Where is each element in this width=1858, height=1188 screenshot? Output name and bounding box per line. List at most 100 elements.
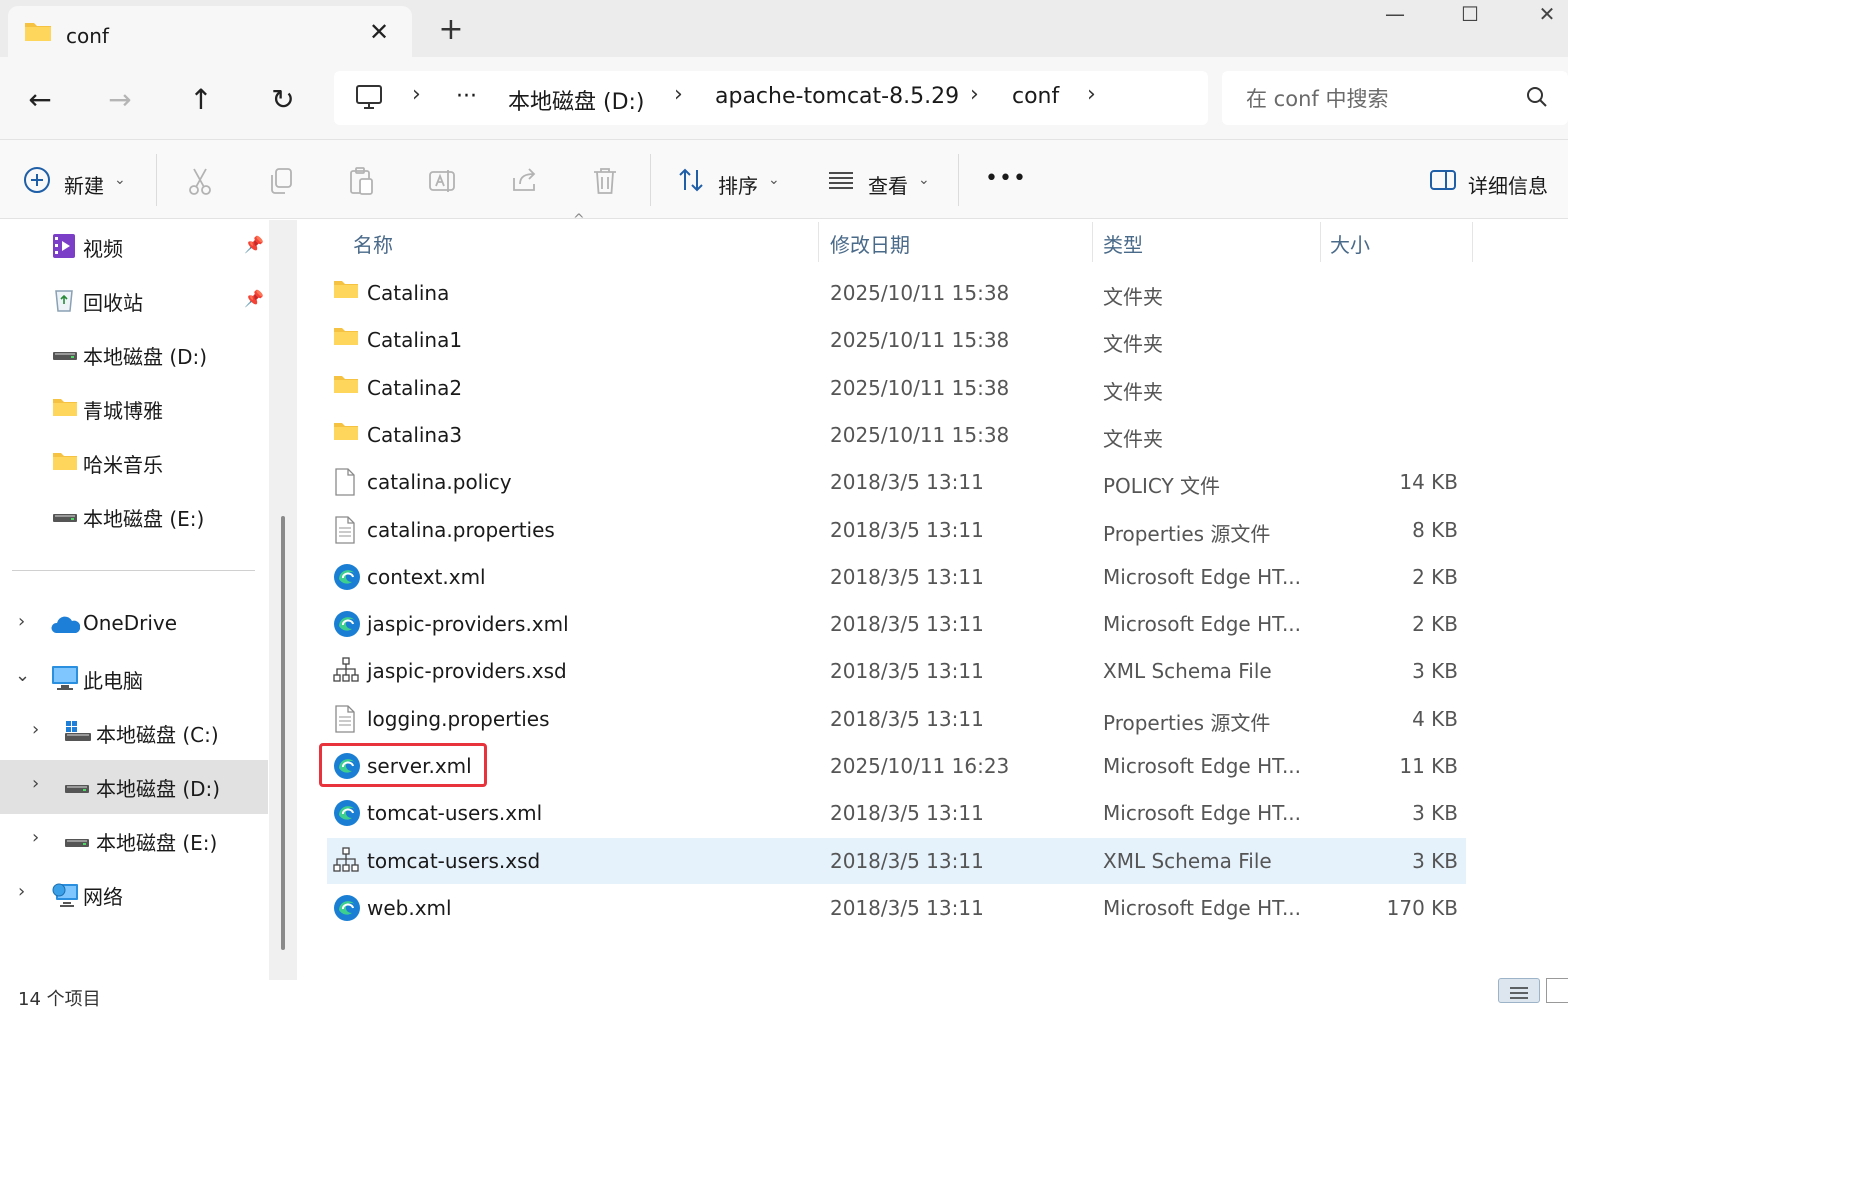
file-date: 2018/3/5 13:11: [830, 849, 984, 873]
chevron-right-icon[interactable]: ›: [32, 827, 39, 848]
column-divider[interactable]: [818, 222, 819, 262]
breadcrumb-conf[interactable]: conf: [1012, 84, 1059, 109]
cut-icon[interactable]: [186, 166, 214, 200]
close-tab-icon[interactable]: ✕: [363, 16, 395, 48]
chevron-down-icon[interactable]: ⌄: [15, 665, 30, 686]
sort-button[interactable]: 排序: [718, 170, 758, 199]
chevron-down-icon[interactable]: ⌄: [768, 172, 780, 188]
chevron-down-icon[interactable]: ⌄: [114, 172, 126, 188]
breadcrumb-drive-d[interactable]: 本地磁盘 (D:): [508, 84, 645, 116]
tab-conf[interactable]: conf ✕: [8, 6, 412, 57]
details-pane-button[interactable]: 详细信息: [1468, 170, 1548, 199]
new-plus-icon[interactable]: [23, 166, 51, 198]
chevron-down-icon[interactable]: ⌄: [918, 172, 930, 188]
sidebar-item-drive-c[interactable]: › 本地磁盘 (C:): [0, 706, 268, 758]
back-button[interactable]: ←: [20, 80, 60, 120]
sidebar-item-label: 青城博雅: [83, 399, 163, 423]
sidebar-item-drive-d[interactable]: 本地磁盘 (D:): [0, 328, 268, 380]
column-header-name[interactable]: 名称: [353, 229, 393, 258]
sidebar-item-drive-d-tree[interactable]: › 本地磁盘 (D:): [0, 760, 268, 812]
file-row[interactable]: catalina.properties 2018/3/5 13:11 Propert…: [327, 507, 1466, 553]
file-row[interactable]: jaspic-providers.xml 2018/3/5 13:11 Micros…: [327, 601, 1466, 647]
chevron-right-icon[interactable]: ›: [18, 611, 25, 632]
sidebar-item-videos[interactable]: 视频 📌: [0, 220, 268, 272]
file-row[interactable]: catalina.policy 2018/3/5 13:11 POLICY 文件 14…: [327, 459, 1466, 505]
pin-icon[interactable]: 📌: [244, 235, 264, 254]
copy-icon[interactable]: [267, 166, 295, 200]
close-window-button[interactable]: ✕: [1512, 0, 1582, 32]
view-list-icon[interactable]: [827, 166, 855, 198]
rename-icon[interactable]: [428, 166, 458, 200]
sidebar-scrollbar-thumb[interactable]: [281, 516, 285, 950]
minimize-button[interactable]: —: [1360, 0, 1430, 32]
column-header-size[interactable]: 大小: [1330, 229, 1370, 258]
file-type: XML Schema File: [1103, 659, 1272, 683]
sidebar-item-drive-e[interactable]: 本地磁盘 (E:): [0, 490, 268, 542]
new-tab-button[interactable]: +: [434, 14, 468, 48]
file-row[interactable]: web.xml 2018/3/5 13:11 Microsoft Edge HT..…: [327, 885, 1466, 931]
delete-icon[interactable]: [591, 166, 619, 200]
sidebar-item-network[interactable]: › 网络: [0, 868, 268, 920]
computer-icon[interactable]: [354, 84, 384, 116]
schema-icon: [333, 657, 359, 687]
column-header-type[interactable]: 类型: [1103, 229, 1143, 258]
folder-icon: [333, 326, 359, 350]
breadcrumb-separator[interactable]: ›: [412, 82, 421, 107]
details-view-toggle[interactable]: [1498, 978, 1540, 1003]
breadcrumb-overflow[interactable]: ···: [456, 84, 477, 109]
file-row[interactable]: Catalina 2025/10/11 15:38 文件夹: [327, 270, 1466, 316]
tiles-view-toggle[interactable]: [1546, 978, 1568, 1003]
sidebar-item-folder[interactable]: 哈米音乐: [0, 436, 268, 488]
paste-icon[interactable]: [348, 166, 376, 200]
sort-icon[interactable]: [677, 166, 705, 198]
file-row[interactable]: Catalina3 2025/10/11 15:38 文件夹: [327, 412, 1466, 458]
new-button[interactable]: 新建: [64, 170, 104, 199]
forward-button[interactable]: →: [100, 80, 140, 120]
column-divider[interactable]: [1472, 222, 1473, 262]
drive-icon: [52, 347, 78, 366]
breadcrumb-separator[interactable]: ›: [970, 82, 979, 107]
chevron-right-icon[interactable]: ›: [32, 719, 39, 740]
search-input[interactable]: [1222, 71, 1538, 127]
breadcrumb-separator[interactable]: ›: [1087, 82, 1096, 107]
column-divider[interactable]: [1320, 222, 1321, 262]
search-icon[interactable]: [1526, 86, 1548, 112]
file-row[interactable]: context.xml 2018/3/5 13:11 Microsoft Edge …: [327, 554, 1466, 600]
up-button[interactable]: ↑: [181, 80, 221, 120]
sidebar-item-drive-e-tree[interactable]: › 本地磁盘 (E:): [0, 814, 268, 866]
sidebar-item-this-pc[interactable]: ⌄ 此电脑: [0, 652, 268, 704]
file-date: 2018/3/5 13:11: [830, 470, 984, 494]
drive-icon: [64, 834, 90, 853]
file-row[interactable]: logging.properties 2018/3/5 13:11 Properti…: [327, 696, 1466, 742]
pin-icon[interactable]: 📌: [244, 289, 264, 308]
text-file-icon: [333, 516, 357, 548]
maximize-button[interactable]: ☐: [1435, 0, 1505, 32]
file-row[interactable]: tomcat-users.xml 2018/3/5 13:11 Microsoft …: [327, 790, 1466, 836]
sort-caret-icon: ^: [573, 212, 585, 228]
refresh-button[interactable]: ↻: [263, 80, 303, 120]
sidebar-item-recycle-bin[interactable]: 回收站 📌: [0, 274, 268, 326]
column-header-date[interactable]: 修改日期: [830, 229, 910, 258]
file-type: Microsoft Edge HT...: [1103, 801, 1302, 825]
file-type: 文件夹: [1103, 380, 1163, 404]
file-row[interactable]: Catalina1 2025/10/11 15:38 文件夹: [327, 317, 1466, 363]
share-icon[interactable]: [510, 166, 540, 200]
more-options-button[interactable]: •••: [985, 166, 1027, 191]
file-row[interactable]: Catalina2 2025/10/11 15:38 文件夹: [327, 365, 1466, 411]
file-type: 文件夹: [1103, 285, 1163, 309]
column-divider[interactable]: [1092, 222, 1093, 262]
sidebar-item-onedrive[interactable]: › OneDrive: [0, 598, 268, 650]
onedrive-icon: [50, 615, 81, 639]
file-size: 2 KB: [1412, 565, 1458, 589]
sidebar-item-folder[interactable]: 青城博雅: [0, 382, 268, 434]
file-date: 2018/3/5 13:11: [830, 518, 984, 542]
breadcrumb-apache-tomcat[interactable]: apache-tomcat-8.5.29: [715, 84, 959, 109]
file-row[interactable]: jaspic-providers.xsd 2018/3/5 13:11 XML Sc…: [327, 648, 1466, 694]
chevron-right-icon[interactable]: ›: [18, 881, 25, 902]
breadcrumb-separator[interactable]: ›: [674, 82, 683, 107]
chevron-right-icon[interactable]: ›: [32, 773, 39, 794]
file-row[interactable]: tomcat-users.xsd 2018/3/5 13:11 XML Schema…: [327, 838, 1466, 884]
file-row[interactable]: server.xml 2025/10/11 16:23 Microsoft Edge…: [327, 743, 1466, 789]
view-button[interactable]: 查看: [868, 170, 908, 199]
details-pane-icon[interactable]: [1429, 169, 1457, 195]
